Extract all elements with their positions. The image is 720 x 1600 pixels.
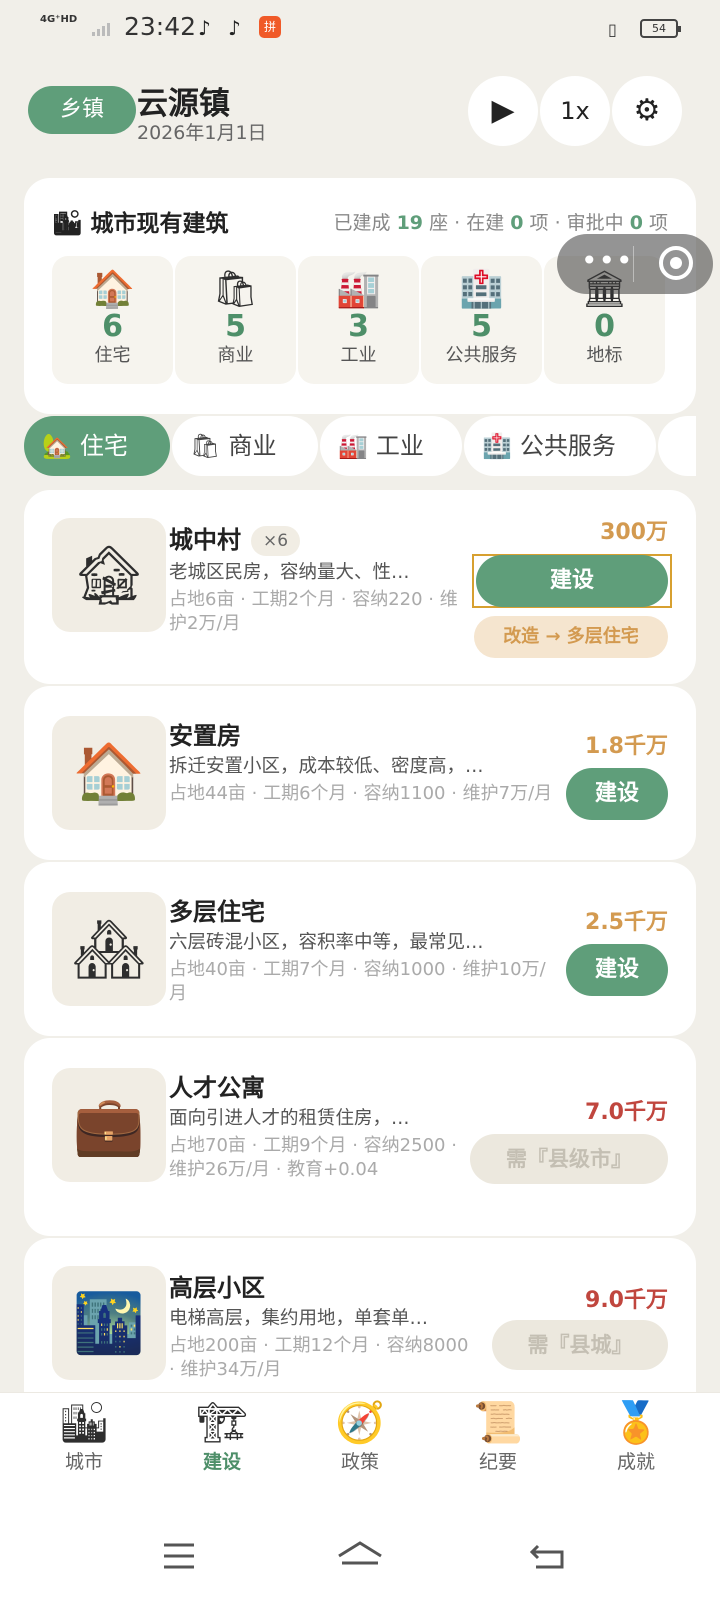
app-notification-icon: 拼 <box>259 16 281 38</box>
night-city-icon: 🌃 <box>52 1266 166 1380</box>
building-card: 💼 人才公寓 面向引进人才的租赁住房，… 占地70亩 · 工期9个月 · 容纳2… <box>24 1038 696 1236</box>
hospital-icon: 🏥 <box>482 432 512 460</box>
build-button[interactable]: 建设 <box>566 768 668 820</box>
speed-button[interactable]: 1x <box>540 76 610 146</box>
nav-policy[interactable]: 🧭 政策 <box>310 1399 410 1474</box>
compass-icon: 🧭 <box>335 1400 385 1446</box>
network-indicator: 4G⁺HD <box>40 14 78 25</box>
stat-residential: 🏠 6 住宅 <box>52 256 173 384</box>
building-desc: 六层砖混小区，容积率中等，最常见… <box>169 932 484 953</box>
building-card: 🌃 高层小区 电梯高层，集约用地，单套单… 占地200亩 · 工期12个月 · … <box>24 1238 696 1418</box>
building-price: 1.8千万 <box>585 734 668 759</box>
status-time: 23:42 <box>124 12 197 41</box>
scroll-icon: 📜 <box>473 1400 523 1446</box>
building-summary-card: 🏙 城市现有建筑 已建成 19 座 · 在建 0 项 · 审批中 0 项 🏠 6 住宅… <box>24 178 696 414</box>
system-navigation-bar <box>0 1500 720 1600</box>
building-desc: 面向引进人才的租赁住房，… <box>169 1108 410 1129</box>
house-icon: 🏠 <box>52 716 166 830</box>
building-name: 多层住宅 <box>169 898 265 926</box>
tiktok-icon: ♪ <box>228 16 241 40</box>
building-meta: 占地70亩 · 工期9个月 · 容纳2500 · 维护26万/月 · 教育+0.… <box>169 1135 457 1180</box>
stat-commercial: 🛍 5 商业 <box>175 256 296 384</box>
building-price: 9.0千万 <box>585 1288 668 1313</box>
nav-minutes[interactable]: 📜 纪要 <box>448 1399 548 1474</box>
construction-icon: 🏗 <box>196 1400 248 1446</box>
play-button[interactable]: ▶ <box>468 76 538 146</box>
nav-city[interactable]: 🏙 城市 <box>34 1399 134 1474</box>
locked-requirement-button: 需『县城』 <box>492 1320 668 1370</box>
build-button[interactable]: 建设 <box>566 944 668 996</box>
bottom-nav: 🏙 城市 🏗 建设 🧭 政策 📜 纪要 🏅 成就 <box>0 1392 720 1500</box>
building-count: 0 <box>510 212 524 234</box>
shopping-bags-icon: 🛍 <box>212 269 259 310</box>
summary-stats: 已建成 19 座 · 在建 0 项 · 审批中 0 项 <box>333 212 668 234</box>
settings-button[interactable]: ⚙ <box>612 76 682 146</box>
renovate-button[interactable]: 改造 → 多层住宅 <box>474 616 668 658</box>
tab-residential[interactable]: 🏡 住宅 <box>24 416 170 476</box>
tab-landmark[interactable] <box>658 416 696 476</box>
back-icon[interactable] <box>530 1542 566 1570</box>
building-price: 7.0千万 <box>585 1100 668 1125</box>
home-icon[interactable] <box>336 1540 384 1572</box>
shopping-bags-icon: 🛍 <box>190 432 221 460</box>
briefcase-icon: 💼 <box>52 1068 166 1182</box>
miniprogram-capsule: ••• <box>557 234 713 294</box>
building-meta: 占地200亩 · 工期12个月 · 容纳8000 · 维护34万/月 <box>169 1335 469 1380</box>
signal-icon <box>92 22 114 36</box>
building-card: 🏘 多层住宅 六层砖混小区，容积率中等，最常见… 占地40亩 · 工期7个月 ·… <box>24 862 696 1036</box>
built-count: 19 <box>396 212 424 234</box>
owned-count-badge: ×6 <box>251 526 301 556</box>
building-price: 300万 <box>600 520 668 545</box>
game-date: 2026年1月1日 <box>137 122 267 144</box>
building-meta: 占地40亩 · 工期7个月 · 容纳1000 · 维护10万/月 <box>169 959 546 1004</box>
capsule-divider <box>633 246 634 282</box>
derelict-house-icon: 🏚 <box>52 518 166 632</box>
house-icon: 🏠 <box>90 269 135 310</box>
close-circle-icon[interactable] <box>659 246 693 280</box>
factory-icon: 🏭 <box>336 269 381 310</box>
category-tabs: 🏡 住宅 🛍 商业 🏭 工业 🏥 公共服务 <box>24 416 696 476</box>
building-name: 人才公寓 <box>169 1074 265 1102</box>
battery-icon: 54 <box>640 19 681 38</box>
medal-icon: 🏅 <box>611 1400 661 1446</box>
vibrate-icon: ▯ <box>608 20 617 39</box>
summary-title: 🏙 城市现有建筑 <box>52 209 229 237</box>
status-bar: 4G⁺HD 23:42 ♪ ♪ 拼 ▯ 54 <box>0 0 720 56</box>
more-icon[interactable]: ••• <box>581 244 634 277</box>
approving-count: 0 <box>629 212 643 234</box>
factory-icon: 🏭 <box>338 432 368 460</box>
city-icon: 🏙 <box>52 209 83 237</box>
building-price: 2.5千万 <box>585 910 668 935</box>
building-name: 城中村 ×6 <box>169 520 301 556</box>
building-desc: 电梯高层，集约用地，单套单… <box>169 1308 429 1329</box>
tab-industrial[interactable]: 🏭 工业 <box>320 416 462 476</box>
build-button[interactable]: 建设 <box>476 555 668 607</box>
building-card: 🏠 安置房 拆迁安置小区，成本较低、密度高，… 占地44亩 · 工期6个月 · … <box>24 686 696 860</box>
building-desc: 老城区民房，容纳量大、性… <box>169 562 410 583</box>
building-desc: 拆迁安置小区，成本较低、密度高，… <box>169 756 484 777</box>
building-name: 安置房 <box>169 722 241 750</box>
locked-requirement-button: 需『县级市』 <box>470 1134 668 1184</box>
tiktok-icon: ♪ <box>198 16 211 40</box>
building-meta: 占地6亩 · 工期2个月 · 容纳220 · 维护2万/月 <box>169 589 458 634</box>
cityscape-icon: 🏙 <box>58 1400 110 1446</box>
stat-public-service: 🏥 5 公共服务 <box>421 256 542 384</box>
nav-achievements[interactable]: 🏅 成就 <box>586 1399 686 1474</box>
building-card: 🏚 城中村 ×6 老城区民房，容纳量大、性… 占地6亩 · 工期2个月 · 容纳2… <box>24 490 696 684</box>
menu-icon[interactable] <box>162 1542 196 1570</box>
level-badge: 乡镇 <box>28 86 136 134</box>
hospital-icon: 🏥 <box>459 269 504 310</box>
town-name: 云源镇 <box>137 86 230 122</box>
houses-icon: 🏘 <box>52 892 166 1006</box>
building-name: 高层小区 <box>169 1274 265 1302</box>
stat-industrial: 🏭 3 工业 <box>298 256 419 384</box>
tab-public-service[interactable]: 🏥 公共服务 <box>464 416 656 476</box>
house-garden-icon: 🏡 <box>42 432 72 460</box>
tab-commercial[interactable]: 🛍 商业 <box>172 416 318 476</box>
building-meta: 占地44亩 · 工期6个月 · 容纳1100 · 维护7万/月 <box>169 783 553 804</box>
nav-build[interactable]: 🏗 建设 <box>172 1399 272 1474</box>
